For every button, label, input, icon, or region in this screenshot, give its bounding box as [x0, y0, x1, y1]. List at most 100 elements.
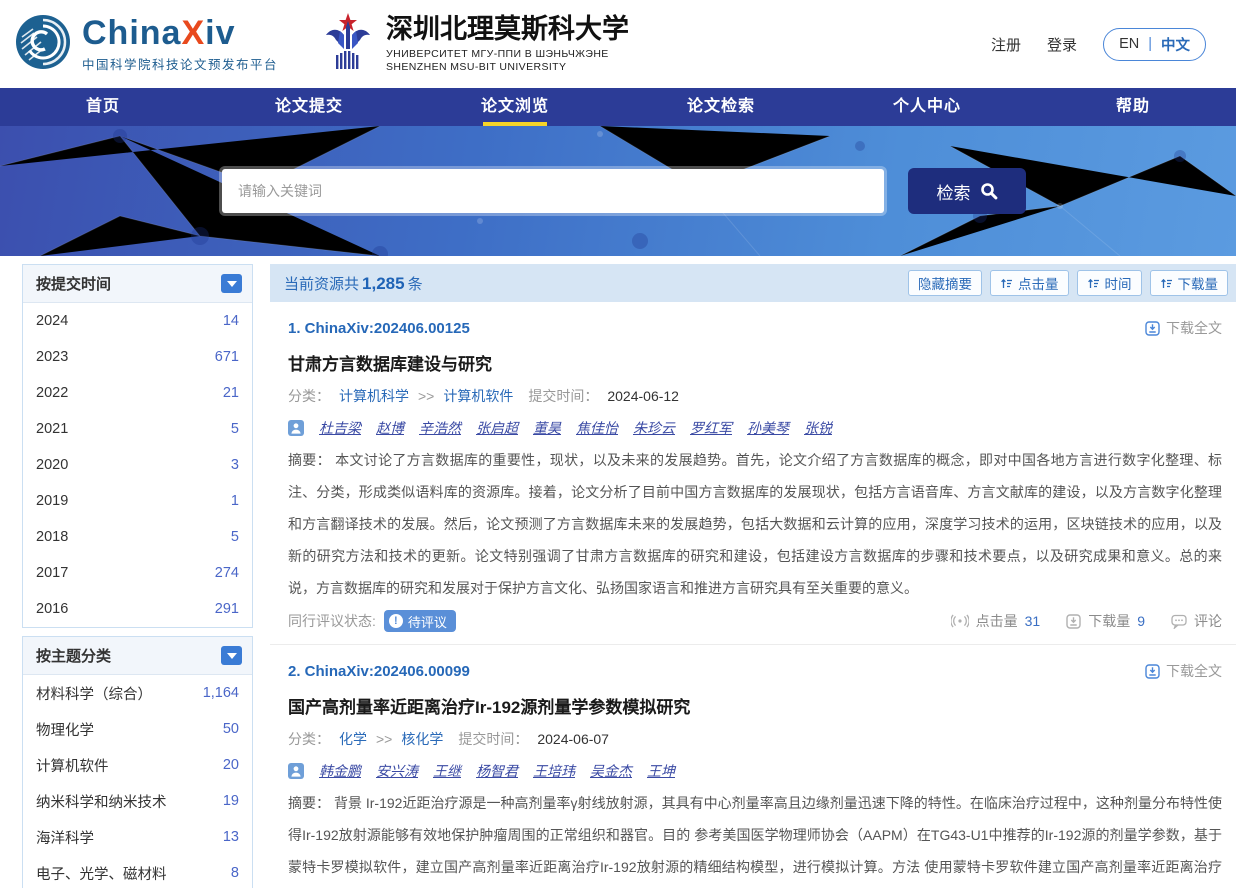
language-switcher[interactable]: EN | 中文	[1103, 28, 1206, 61]
paper-abstract: 摘要： 背景 Ir-192近距治疗源是一种高剂量率γ射线放射源，其具有中心剂量率…	[288, 787, 1222, 888]
search-banner: 检索	[0, 126, 1236, 256]
main-nav: 首页 论文提交 论文浏览 论文检索 个人中心 帮助	[0, 88, 1236, 126]
author-link[interactable]: 杨智君	[476, 761, 518, 781]
collapse-time-button[interactable]	[221, 274, 242, 293]
abstract-label: 摘要：	[288, 795, 330, 811]
chevron-down-icon	[227, 653, 237, 664]
result-toolbar: 当前资源共1,285条 隐藏摘要 点击量 时间 下载量	[270, 264, 1236, 302]
university-name-ru: УНИВЕРСИТЕТ МГУ-ППИ В ШЭНЬЧЖЭНЕ	[386, 48, 629, 60]
nav-submit[interactable]: 论文提交	[206, 88, 412, 126]
subject-filter-electronics[interactable]: 电子、光学、磁材料8	[23, 855, 252, 888]
hits-stat: 点击量31	[951, 611, 1041, 631]
sort-by-hits-button[interactable]: 点击量	[990, 270, 1069, 296]
sort-asc-icon	[1160, 277, 1173, 290]
year-filter-2017[interactable]: 2017274	[23, 555, 252, 591]
category-main-link[interactable]: 计算机科学	[339, 386, 409, 406]
author-link[interactable]: 韩金鹏	[319, 761, 361, 781]
subject-filter-ocean[interactable]: 海洋科学13	[23, 819, 252, 855]
chinaxiv-wordmark: ChinaXiv	[82, 16, 278, 50]
year-filter-2020[interactable]: 20203	[23, 447, 252, 483]
download-fulltext-link[interactable]: 下载全文	[1145, 661, 1222, 681]
keyword-search-input[interactable]	[222, 169, 884, 213]
author-link[interactable]: 王培玮	[533, 761, 575, 781]
comment-icon	[1171, 614, 1187, 629]
author-link[interactable]: 朱珍云	[633, 418, 675, 438]
lang-zh[interactable]: 中文	[1161, 34, 1190, 55]
collapse-subject-button[interactable]	[221, 646, 242, 665]
year-filter-2016[interactable]: 2016291	[23, 591, 252, 627]
author-link[interactable]: 孙美琴	[747, 418, 789, 438]
chinaxiv-logo[interactable]: ChinaXiv 中国科学院科技论文预发布平台	[14, 13, 278, 76]
download-fulltext-link[interactable]: 下载全文	[1145, 318, 1222, 338]
sort-by-downloads-button[interactable]: 下载量	[1150, 270, 1229, 296]
year-filter-2022[interactable]: 202221	[23, 375, 252, 411]
university-name-en: SHENZHEN MSU-BIT UNIVERSITY	[386, 61, 629, 73]
author-link[interactable]: 罗红军	[690, 418, 732, 438]
author-link[interactable]: 安兴涛	[376, 761, 418, 781]
nav-personal-center[interactable]: 个人中心	[824, 88, 1030, 126]
sort-by-time-button[interactable]: 时间	[1077, 270, 1142, 296]
paper-title-link[interactable]: 国产高剂量率近距离治疗Ir-192源剂量学参数模拟研究	[288, 693, 1222, 718]
sort-asc-icon	[1087, 277, 1100, 290]
category-sub-link[interactable]: 计算机软件	[443, 386, 513, 406]
year-filter-2024[interactable]: 202414	[23, 303, 252, 339]
author-link[interactable]: 王坤	[647, 761, 675, 781]
download-icon	[1066, 614, 1081, 629]
filter-by-time-box: 按提交时间 202414 2023671 202221 20215 20203 …	[22, 264, 253, 628]
author-link[interactable]: 王继	[433, 761, 461, 781]
paper-item-2: 2. ChinaXiv:202406.00099 下载全文 国产高剂量率近距离治…	[270, 644, 1236, 888]
category-label: 分类：	[288, 729, 330, 749]
download-icon	[1145, 664, 1160, 679]
sort-asc-icon	[1000, 277, 1013, 290]
category-main-link[interactable]: 化学	[339, 729, 367, 749]
author-link[interactable]: 焦佳怡	[576, 418, 618, 438]
author-link[interactable]: 董昊	[533, 418, 561, 438]
author-link[interactable]: 辛浩然	[419, 418, 461, 438]
chinaxiv-tagline: 中国科学院科技论文预发布平台	[82, 54, 278, 73]
downloads-stat: 下载量9	[1066, 611, 1145, 631]
time-filter-header: 按提交时间	[36, 273, 111, 294]
paper-id-link[interactable]: 2. ChinaXiv:202406.00099	[288, 663, 470, 680]
paper-id-link[interactable]: 1. ChinaXiv:202406.00125	[288, 320, 470, 337]
nav-home[interactable]: 首页	[0, 88, 206, 126]
category-sub-link[interactable]: 核化学	[401, 729, 443, 749]
year-filter-2019[interactable]: 20191	[23, 483, 252, 519]
nav-search[interactable]: 论文检索	[618, 88, 824, 126]
nav-help[interactable]: 帮助	[1030, 88, 1236, 126]
university-logo[interactable]: 深圳北理莫斯科大学 УНИВЕРСИТЕТ МГУ-ППИ В ШЭНЬЧЖЭН…	[322, 11, 629, 78]
search-button[interactable]: 检索	[908, 168, 1026, 214]
submit-time-label: 提交时间：	[528, 386, 598, 406]
author-link[interactable]: 杜吉梁	[319, 418, 361, 438]
lang-separator: |	[1148, 36, 1152, 52]
paper-title-link[interactable]: 甘肃方言数据库建设与研究	[288, 350, 1222, 375]
author-link[interactable]: 张锐	[804, 418, 832, 438]
submit-time-label: 提交时间：	[458, 729, 528, 749]
lang-en[interactable]: EN	[1119, 36, 1139, 52]
subject-filter-header: 按主题分类	[36, 645, 111, 666]
author-icon	[288, 763, 304, 779]
year-filter-2021[interactable]: 20215	[23, 411, 252, 447]
author-link[interactable]: 吴金杰	[590, 761, 632, 781]
author-link[interactable]: 赵博	[376, 418, 404, 438]
login-link[interactable]: 登录	[1047, 34, 1077, 55]
subject-filter-software[interactable]: 计算机软件20	[23, 747, 252, 783]
exclamation-icon: !	[389, 614, 403, 628]
nav-browse[interactable]: 论文浏览	[412, 88, 618, 126]
author-link[interactable]: 张启超	[476, 418, 518, 438]
year-filter-2018[interactable]: 20185	[23, 519, 252, 555]
university-name-cn: 深圳北理莫斯科大学	[386, 15, 629, 45]
year-filter-2023[interactable]: 2023671	[23, 339, 252, 375]
filter-sidebar: 按提交时间 202414 2023671 202221 20215 20203 …	[22, 264, 253, 888]
subject-filter-physchem[interactable]: 物理化学50	[23, 711, 252, 747]
register-link[interactable]: 注册	[991, 34, 1021, 55]
filter-by-subject-box: 按主题分类 材料科学（综合）1,164 物理化学50 计算机软件20 纳米科学和…	[22, 636, 253, 888]
magnifier-icon	[980, 182, 998, 200]
review-status-label: 同行评议状态:	[288, 611, 376, 631]
subject-filter-nano[interactable]: 纳米科学和纳米技术19	[23, 783, 252, 819]
category-separator: >>	[418, 388, 434, 404]
subject-filter-materials[interactable]: 材料科学（综合）1,164	[23, 675, 252, 711]
comment-link[interactable]: 评论	[1171, 611, 1222, 631]
hide-abstract-button[interactable]: 隐藏摘要	[908, 270, 982, 296]
download-icon	[1145, 321, 1160, 336]
chevron-down-icon	[227, 281, 237, 292]
